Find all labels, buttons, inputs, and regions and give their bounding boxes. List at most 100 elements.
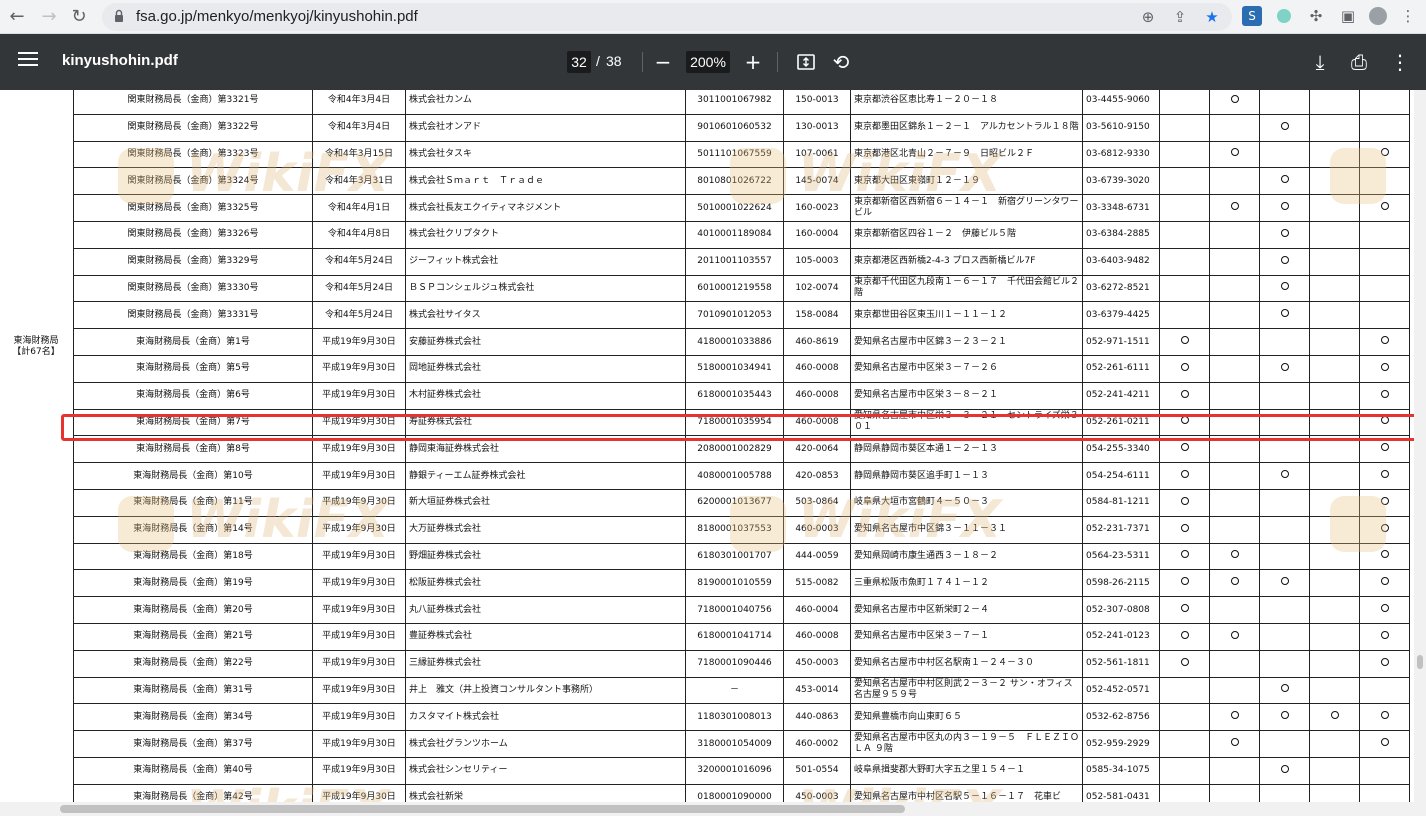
- phone-cell: 03-6272-8521: [1082, 274, 1160, 303]
- circle-mark-icon: [1380, 202, 1389, 211]
- extension-s-icon[interactable]: S: [1242, 6, 1262, 26]
- browser-toolbar: ← → ↻ fsa.go.jp/menkyo/menkyoj/kinyushoh…: [0, 0, 1426, 34]
- phone-cell: 052-241-4211: [1082, 381, 1160, 410]
- scrollbar-thumb[interactable]: [60, 805, 905, 813]
- postal-code-cell: 158-0084: [783, 301, 851, 330]
- business-type-cell: [1359, 247, 1410, 276]
- registration-number-cell: 東海財務局長（金商）第34号: [73, 703, 313, 732]
- address-cell: 東京都墨田区錦糸１－２－１ アルカセントラル１８階: [850, 113, 1083, 142]
- registration-date-cell: 平成19年9月30日: [312, 783, 406, 802]
- url-text[interactable]: fsa.go.jp/menkyo/menkyoj/kinyushohin.pdf: [136, 8, 418, 25]
- address-cell: 愛知県名古屋市中区丸の内３－１９－５ ＦＬＥＺＩＯ ＬＡ ９階: [850, 730, 1083, 758]
- zoom-level-input[interactable]: 200%: [686, 51, 730, 73]
- print-icon[interactable]: ⎙: [1347, 50, 1371, 74]
- business-type-cell: [1209, 622, 1260, 651]
- back-icon[interactable]: ←: [6, 6, 28, 28]
- circle-mark-icon: [1230, 711, 1239, 720]
- bookmark-star-icon[interactable]: ★: [1202, 7, 1222, 27]
- page-number-input[interactable]: 32: [567, 51, 591, 73]
- business-type-cell: [1359, 756, 1410, 785]
- registration-number-cell: 東海財務局長（金商）第37号: [73, 730, 313, 758]
- registration-date-cell: 平成19年9月30日: [312, 408, 406, 437]
- business-type-cell: [1309, 113, 1360, 142]
- business-type-cell: [1209, 274, 1260, 303]
- registration-number-cell: 関東財務局長（金商）第3329号: [73, 247, 313, 276]
- zoom-icon[interactable]: ⊕: [1138, 7, 1158, 27]
- business-type-cell: [1209, 649, 1260, 678]
- company-name-cell: 株式会社サイタス: [405, 301, 686, 330]
- business-type-cell: [1359, 515, 1410, 544]
- table-row: 関東財務局長（金商）第3321号 令和4年3月4日 株式会社カンム 301100106…: [73, 90, 1410, 115]
- circle-mark-icon: [1280, 362, 1289, 371]
- circle-mark-icon: [1280, 764, 1289, 773]
- circle-mark-icon: [1180, 389, 1189, 398]
- postal-code-cell: 130-0013: [783, 113, 851, 142]
- business-type-cell: [1159, 247, 1210, 276]
- forward-icon[interactable]: →: [38, 6, 60, 28]
- circle-mark-icon: [1180, 443, 1189, 452]
- business-type-cell: [1259, 703, 1310, 732]
- circle-mark-icon: [1180, 550, 1189, 559]
- postal-code-cell: 460-0008: [783, 408, 851, 437]
- scrollbar-thumb[interactable]: [1417, 655, 1423, 669]
- business-type-cell: [1209, 113, 1260, 142]
- table-row: 東海財務局長（金商）第7号 平成19年9月30日 寿証券株式会社 7180001035…: [73, 408, 1410, 437]
- hamburger-menu-icon[interactable]: [18, 52, 38, 72]
- more-options-icon[interactable]: ⋮: [1388, 50, 1412, 74]
- company-name-cell: 株式会社カンム: [405, 90, 686, 115]
- registration-number-cell: 東海財務局長（金商）第1号: [73, 328, 313, 356]
- corporate-number-cell: 0180001090000: [685, 783, 784, 802]
- extensions-puzzle-icon[interactable]: ✣: [1306, 6, 1326, 26]
- business-type-cell: [1309, 756, 1360, 785]
- side-panel-icon[interactable]: ▣: [1338, 6, 1358, 26]
- pdf-page-content: 東海財務局 【計67名】 関東財務局長（金商）第3321号 令和4年3月4日 株式会…: [0, 90, 1414, 802]
- zoom-out-icon[interactable]: −: [651, 50, 675, 74]
- phone-cell: 052-261-6111: [1082, 354, 1160, 383]
- business-type-cell: [1159, 488, 1210, 517]
- pdf-file-title: kinyushohin.pdf: [62, 52, 178, 69]
- business-type-cell: [1209, 488, 1260, 517]
- company-name-cell: 株式会社長友エクイティマネジメント: [405, 194, 686, 222]
- registration-number-cell: 関東財務局長（金商）第3322号: [73, 113, 313, 142]
- company-name-cell: 株式会社シンセリティー: [405, 756, 686, 785]
- business-type-cell: [1209, 783, 1260, 802]
- table-row: 関東財務局長（金商）第3325号 令和4年4月1日 株式会社長友エクイティマネジメン…: [73, 194, 1410, 222]
- phone-cell: 052-241-0123: [1082, 622, 1160, 651]
- address-cell: 愛知県名古屋市中村区則武２－３－２ サン・オフィス名古屋９５９号: [850, 676, 1083, 705]
- horizontal-scrollbar[interactable]: [0, 802, 1426, 816]
- circle-mark-icon: [1280, 228, 1289, 237]
- business-type-cell: [1359, 220, 1410, 249]
- business-type-cell: [1359, 676, 1410, 705]
- corporate-number-cell: 9010601060532: [685, 113, 784, 142]
- vertical-scrollbar[interactable]: [1414, 90, 1426, 802]
- browser-menu-icon[interactable]: ⋮: [1398, 6, 1418, 26]
- address-cell: 愛知県名古屋市中区栄３－３－２１ セントライズ栄３０１: [850, 408, 1083, 437]
- registration-number-cell: 東海財務局長（金商）第10号: [73, 462, 313, 490]
- business-type-cell: [1159, 274, 1210, 303]
- registration-date-cell: 平成19年9月30日: [312, 354, 406, 383]
- share-icon[interactable]: ⇪: [1170, 7, 1190, 27]
- circle-mark-icon: [1330, 711, 1339, 720]
- registration-date-cell: 令和4年3月31日: [312, 167, 406, 196]
- registration-date-cell: 令和4年3月4日: [312, 90, 406, 115]
- table-row: 関東財務局長（金商）第3326号 令和4年4月8日 株式会社クリプタクト 401000…: [73, 220, 1410, 249]
- corporate-number-cell: 1180301008013: [685, 703, 784, 732]
- business-type-cell: [1209, 381, 1260, 410]
- address-cell: 愛知県名古屋市中区栄３－７－１: [850, 622, 1083, 651]
- postal-code-cell: 453-0014: [783, 676, 851, 705]
- registration-number-cell: 東海財務局長（金商）第14号: [73, 515, 313, 544]
- rotate-icon[interactable]: ⟲: [829, 50, 853, 74]
- table-row: 東海財務局長（金商）第6号 平成19年9月30日 木村証券株式会社 618000103…: [73, 381, 1410, 410]
- business-type-cell: [1359, 381, 1410, 410]
- postal-code-cell: 460-8619: [783, 328, 851, 356]
- reload-icon[interactable]: ↻: [68, 6, 90, 28]
- extension-circle-icon[interactable]: [1274, 6, 1294, 26]
- address-bar[interactable]: fsa.go.jp/menkyo/menkyoj/kinyushohin.pdf…: [102, 3, 1232, 31]
- fit-page-icon[interactable]: [794, 50, 818, 74]
- business-type-cell: [1159, 408, 1210, 437]
- zoom-in-icon[interactable]: +: [741, 50, 765, 74]
- business-type-cell: [1209, 569, 1260, 598]
- profile-avatar-icon[interactable]: [1368, 6, 1388, 26]
- download-icon[interactable]: ⤓: [1308, 50, 1332, 74]
- business-type-cell: [1309, 274, 1360, 303]
